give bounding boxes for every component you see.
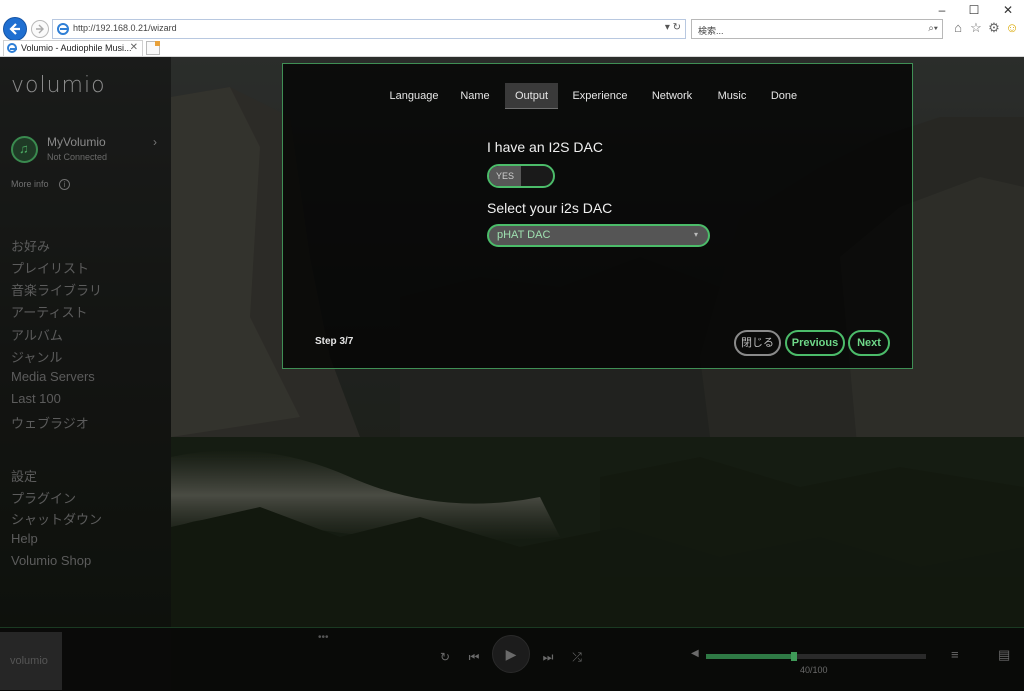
toggle-label: YES [495,171,514,181]
smiley-feedback-icon[interactable]: ☺ [1004,19,1020,37]
sidebar-item-media-servers[interactable]: Media Servers [11,369,95,384]
tab-done[interactable]: Done [763,83,805,109]
back-arrow-icon [9,23,20,35]
volumio-logo[interactable]: volumio [11,73,106,98]
i2s-dac-toggle[interactable]: YES [487,164,555,188]
sidebar-item-albums[interactable]: アルバム [11,325,63,344]
i2s-dac-question: I have an I2S DAC [487,139,603,155]
album-art-thumbnail[interactable]: volumio [0,632,62,690]
sidebar-item-artists[interactable]: アーティスト [11,302,87,321]
dac-select[interactable]: pHAT DAC ▾ [487,224,710,247]
sidebar-item-playlists[interactable]: プレイリスト [11,258,89,277]
next-button[interactable]: Next [848,330,890,356]
sidebar-item-shutdown[interactable]: シャットダウン [11,509,102,528]
minimize-button[interactable]: – [928,2,956,18]
chevron-down-icon: ▾ [693,230,698,239]
sidebar-item-settings[interactable]: 設定 [11,466,37,485]
repeat-icon[interactable]: ↻ [436,648,454,666]
forward-button[interactable] [31,20,49,38]
play-icon[interactable]: ▶ [492,635,530,673]
sidebar-item-favorites[interactable]: お好み [11,236,50,255]
step-indicator: Step 3/7 [315,336,354,347]
search-input[interactable]: 検索... ⌕▾ [691,19,943,39]
next-track-icon[interactable]: ⏭ [539,648,557,666]
queue-icon[interactable]: ≡ [951,647,959,662]
volume-knob[interactable] [791,652,797,661]
close-window-button[interactable]: ✕ [994,2,1022,18]
shuffle-icon[interactable]: ⤮ [568,648,586,666]
tab-network[interactable]: Network [645,83,699,109]
tab-name[interactable]: Name [453,83,497,109]
tab-language[interactable]: Language [383,83,445,109]
forward-arrow-icon [36,24,44,34]
more-info-link[interactable]: More info [11,179,49,189]
sidebar-item-plugins[interactable]: プラグイン [11,488,76,507]
back-button[interactable] [3,17,27,41]
sidebar: volumio ♫ MyVolumio Not Connected › More… [0,57,171,627]
player-bar: volumio ••• ↻ ⏮ ▶ ⏭ ⤮ ◀ 40/100 ≡ ▤ [0,627,1024,691]
chevron-right-icon[interactable]: › [153,135,157,149]
music-note-glyph: ♫ [19,141,29,156]
info-icon[interactable]: i [59,179,70,190]
close-button[interactable]: 閉じる [734,330,781,356]
setup-wizard-modal: Language Name Output Experience Network … [282,63,913,369]
tab-close-icon[interactable]: ✕ [130,42,138,53]
maximize-button[interactable]: ☐ [960,2,988,18]
volume-icon[interactable]: ◀ [691,648,699,659]
settings-gear-icon[interactable]: ⚙ [986,19,1002,37]
sidebar-item-music-library[interactable]: 音楽ライブラリ [11,280,102,299]
myvolumio-status: Not Connected [47,152,108,162]
more-options-icon[interactable]: ••• [318,632,329,643]
volume-value: 40/100 [800,665,828,675]
sidebar-item-web-radio[interactable]: ウェブラジオ [11,413,89,432]
ie-logo-icon [57,23,69,35]
search-placeholder: 検索... [698,26,724,36]
volume-slider[interactable] [706,652,926,661]
browser-tab[interactable]: Volumio - Audiophile Musi... ✕ [3,40,143,56]
browser-toolbar: ⌂ ☆ ⚙ ☺ [950,19,1022,39]
tab-favicon-icon [7,43,17,53]
refresh-icon[interactable]: ▾ ↻ [665,22,681,33]
address-bar[interactable]: http://192.168.0.21/wizard ▾ ↻ [52,19,686,39]
browser-chrome: – ☐ ✕ http://192.168.0.21/wizard ▾ ↻ 検索.… [0,0,1024,57]
sidebar-item-volumio-shop[interactable]: Volumio Shop [11,553,91,568]
sidebar-item-last-100[interactable]: Last 100 [11,391,61,406]
dac-selected-value: pHAT DAC [497,229,551,241]
favorites-icon[interactable]: ☆ [968,19,984,37]
tab-music[interactable]: Music [711,83,753,109]
thumbnail-logo: volumio [10,655,48,667]
tab-experience[interactable]: Experience [567,83,633,109]
sidebar-item-help[interactable]: Help [11,531,38,546]
address-url[interactable]: http://192.168.0.21/wizard [73,23,177,33]
wizard-steps: Language Name Output Experience Network … [283,83,914,109]
previous-button[interactable]: Previous [785,330,845,356]
myvolumio-title[interactable]: MyVolumio [47,135,106,149]
search-icon[interactable]: ⌕▾ [928,23,938,34]
tab-title: Volumio - Audiophile Musi... [21,43,132,53]
home-icon[interactable]: ⌂ [950,19,966,37]
previous-track-icon[interactable]: ⏮ [465,648,483,666]
tab-output[interactable]: Output [505,83,558,109]
sidebar-item-genres[interactable]: ジャンル [11,347,62,366]
music-note-icon[interactable]: ♫ [11,136,38,163]
select-dac-label: Select your i2s DAC [487,200,613,216]
volumio-app: volumio ♫ MyVolumio Not Connected › More… [0,57,1024,691]
new-tab-button[interactable] [146,41,160,55]
volume-fill [706,654,794,659]
library-icon[interactable]: ▤ [998,647,1010,663]
